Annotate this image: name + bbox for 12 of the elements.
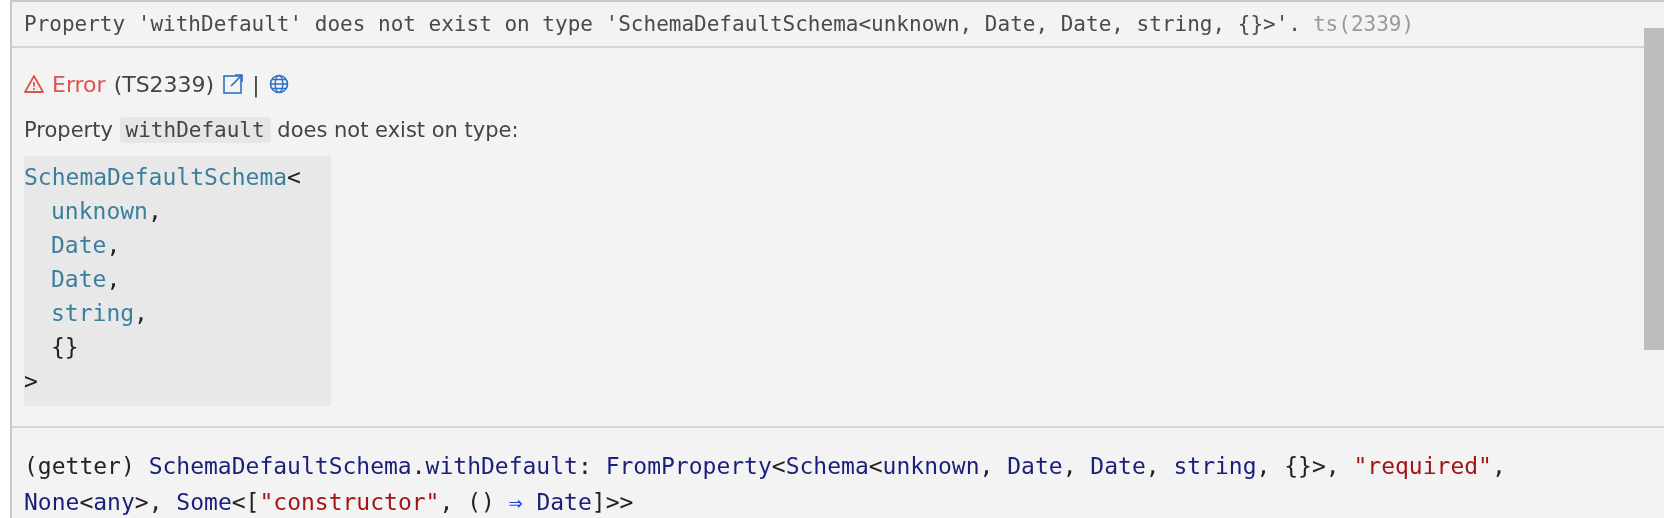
separator: | xyxy=(252,71,260,97)
external-link-icon[interactable] xyxy=(222,73,245,95)
error-severity: Error xyxy=(52,71,106,97)
globe-icon[interactable] xyxy=(267,73,290,95)
scrollbar[interactable] xyxy=(1644,28,1664,350)
type-code-block: SchemaDefaultSchema< unknown, Date, Date, string, {} > xyxy=(24,156,331,406)
error-message: Property 'withDefault' does not exist on type 'SchemaDefaultSchema<unknown, Date, Date, string, {}>'. xyxy=(24,12,1301,36)
error-code: ts(2339) xyxy=(1312,12,1415,36)
signature-line: None<any>, Some<["constructor", () ⇒ Date]>> xyxy=(24,488,635,517)
warning-icon xyxy=(24,74,44,94)
signature-line: (getter) SchemaDefaultSchema.withDefault: FromProperty<Schema<unknown, Date, Date, string, {}>, "required", xyxy=(24,452,1507,481)
error-code-label: (TS2339) xyxy=(113,71,215,97)
